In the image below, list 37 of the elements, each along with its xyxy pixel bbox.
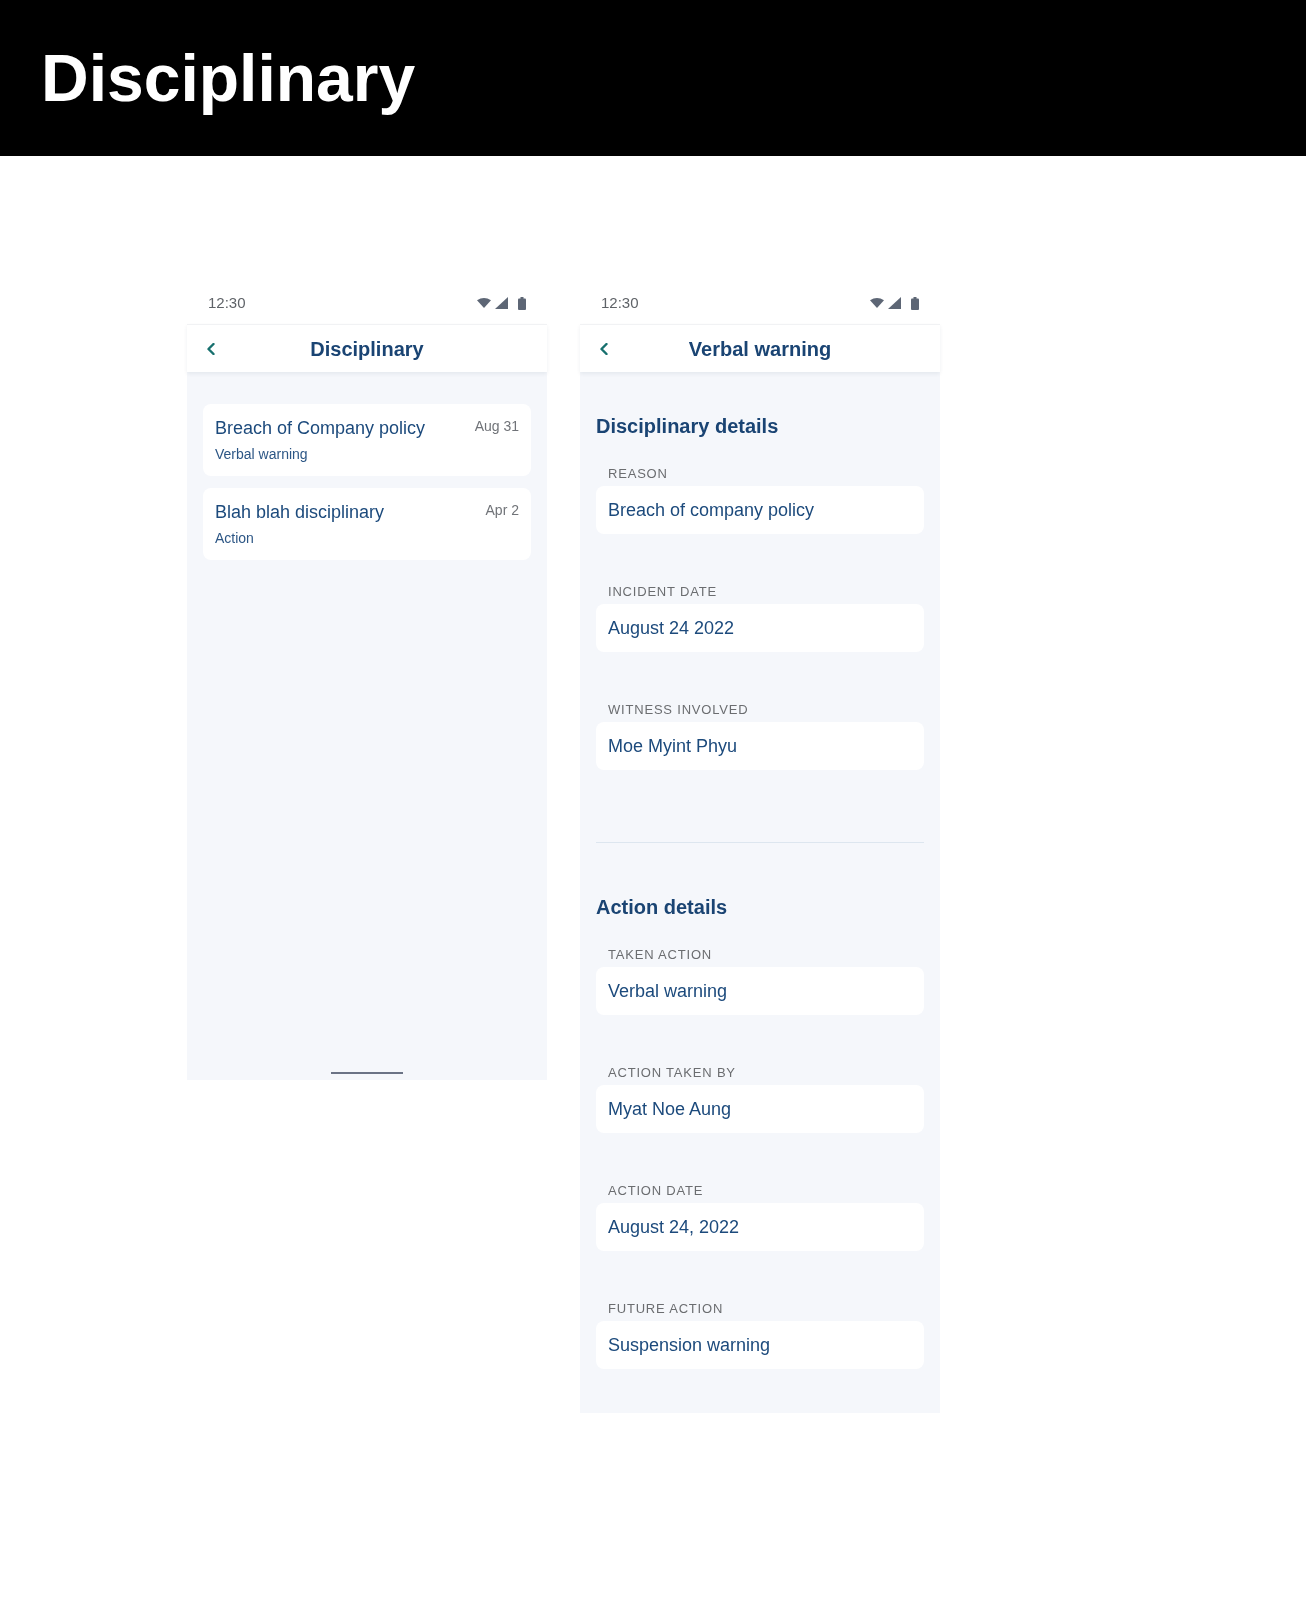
card-title: Breach of Company policy: [215, 417, 426, 440]
field-label: ACTION TAKEN BY: [608, 1065, 736, 1081]
status-time: 12:30: [208, 293, 246, 313]
field-label: FUTURE ACTION: [608, 1301, 724, 1317]
value-field: Suspension warning: [596, 1321, 924, 1369]
value-field: Breach of company policy: [596, 486, 924, 534]
value-field: Verbal warning: [596, 967, 924, 1015]
value-field: Moe Myint Phyu: [596, 722, 924, 770]
value-field: August 24 2022: [596, 604, 924, 652]
wifi-icon: [870, 298, 884, 308]
signal-icon: [495, 297, 508, 309]
field-label: REASON: [608, 466, 668, 482]
card-date: Aug 31: [474, 417, 519, 436]
field-label: TAKEN ACTION: [608, 947, 712, 963]
screen-title: Verbal warning: [688, 336, 832, 362]
card-date: Apr 2: [485, 501, 519, 520]
screen-title: Disciplinary: [310, 336, 424, 362]
section-title: Disciplinary details: [596, 414, 779, 439]
disciplinary-card[interactable]: Breach of Company policy Verbal warning Aug 31: [203, 404, 531, 476]
card-subtitle: Verbal warning: [215, 445, 308, 463]
section-title: Action details: [596, 895, 728, 920]
battery-icon: [518, 296, 526, 310]
status-time: 12:30: [601, 293, 639, 313]
back-icon[interactable]: [600, 342, 608, 355]
value-field: Myat Noe Aung: [596, 1085, 924, 1133]
value-field: August 24, 2022: [596, 1203, 924, 1251]
card-subtitle: Action: [215, 529, 254, 547]
card-title: Blah blah disciplinary: [215, 501, 385, 524]
back-icon[interactable]: [207, 342, 215, 355]
home-indicator: [331, 1072, 403, 1074]
battery-icon: [911, 296, 919, 310]
signal-icon: [888, 297, 901, 309]
field-label: WITNESS INVOLVED: [608, 702, 749, 718]
field-label: ACTION DATE: [608, 1183, 704, 1199]
disciplinary-card[interactable]: Blah blah disciplinary Action Apr 2: [203, 488, 531, 560]
wifi-icon: [477, 298, 491, 308]
field-label: INCIDENT DATE: [608, 584, 717, 600]
